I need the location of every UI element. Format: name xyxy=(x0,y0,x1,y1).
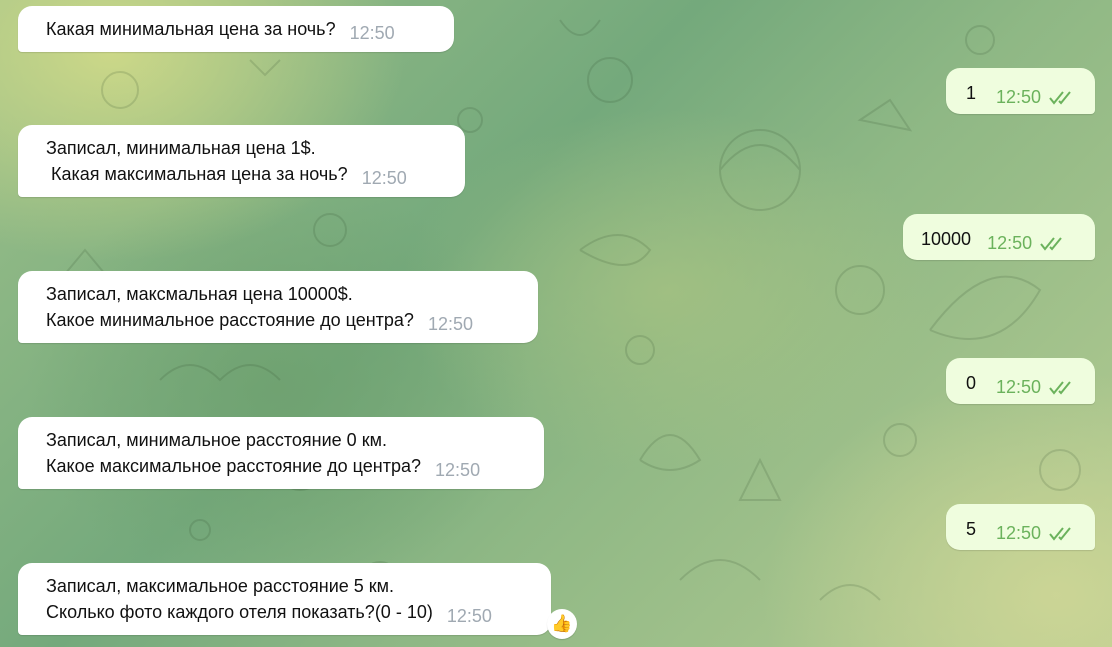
message-time: 12:50 xyxy=(996,523,1042,543)
message-outgoing[interactable]: 1 12:50 xyxy=(946,68,1095,114)
message-text: Какая минимальная цена за ночь? xyxy=(46,19,336,39)
double-check-icon xyxy=(1040,237,1062,251)
message-time: 12:50 xyxy=(435,460,481,480)
message-text: Записал, максмальная цена 10000$. Какое … xyxy=(46,284,414,330)
message-time: 12:50 xyxy=(987,233,1033,253)
message-incoming[interactable]: Какая минимальная цена за ночь? 12:50 xyxy=(18,6,454,52)
message-time: 12:50 xyxy=(446,606,492,626)
message-text: 5 xyxy=(966,519,977,539)
message-text: Записал, максимальное расстояние 5 км. С… xyxy=(46,576,433,622)
message-incoming[interactable]: Записал, минимальное расстояние 0 км. Ка… xyxy=(18,417,544,489)
message-time: 12:50 xyxy=(349,23,395,43)
double-check-icon xyxy=(1049,527,1071,541)
message-time: 12:50 xyxy=(361,168,407,188)
message-outgoing[interactable]: 0 12:50 xyxy=(946,358,1095,404)
message-text: 10000 xyxy=(921,229,972,249)
message-outgoing[interactable]: 10000 12:50 xyxy=(903,214,1095,260)
message-outgoing[interactable]: 5 12:50 xyxy=(946,504,1095,550)
double-check-icon xyxy=(1049,381,1071,395)
double-check-icon xyxy=(1049,91,1071,105)
message-incoming[interactable]: Записал, минимальная цена 1$. Какая макс… xyxy=(18,125,465,197)
message-text: Записал, минимальная цена 1$. Какая макс… xyxy=(46,138,348,184)
message-text: 1 xyxy=(966,83,977,103)
message-incoming[interactable]: Записал, максмальная цена 10000$. Какое … xyxy=(18,271,538,343)
message-text: Записал, минимальное расстояние 0 км. Ка… xyxy=(46,430,422,476)
message-time: 12:50 xyxy=(996,377,1042,397)
message-time: 12:50 xyxy=(427,314,473,334)
message-text: 0 xyxy=(966,373,977,393)
message-time: 12:50 xyxy=(996,87,1042,107)
thumbs-up-icon[interactable]: 👍 xyxy=(547,609,577,639)
message-incoming[interactable]: Записал, максимальное расстояние 5 км. С… xyxy=(18,563,551,635)
